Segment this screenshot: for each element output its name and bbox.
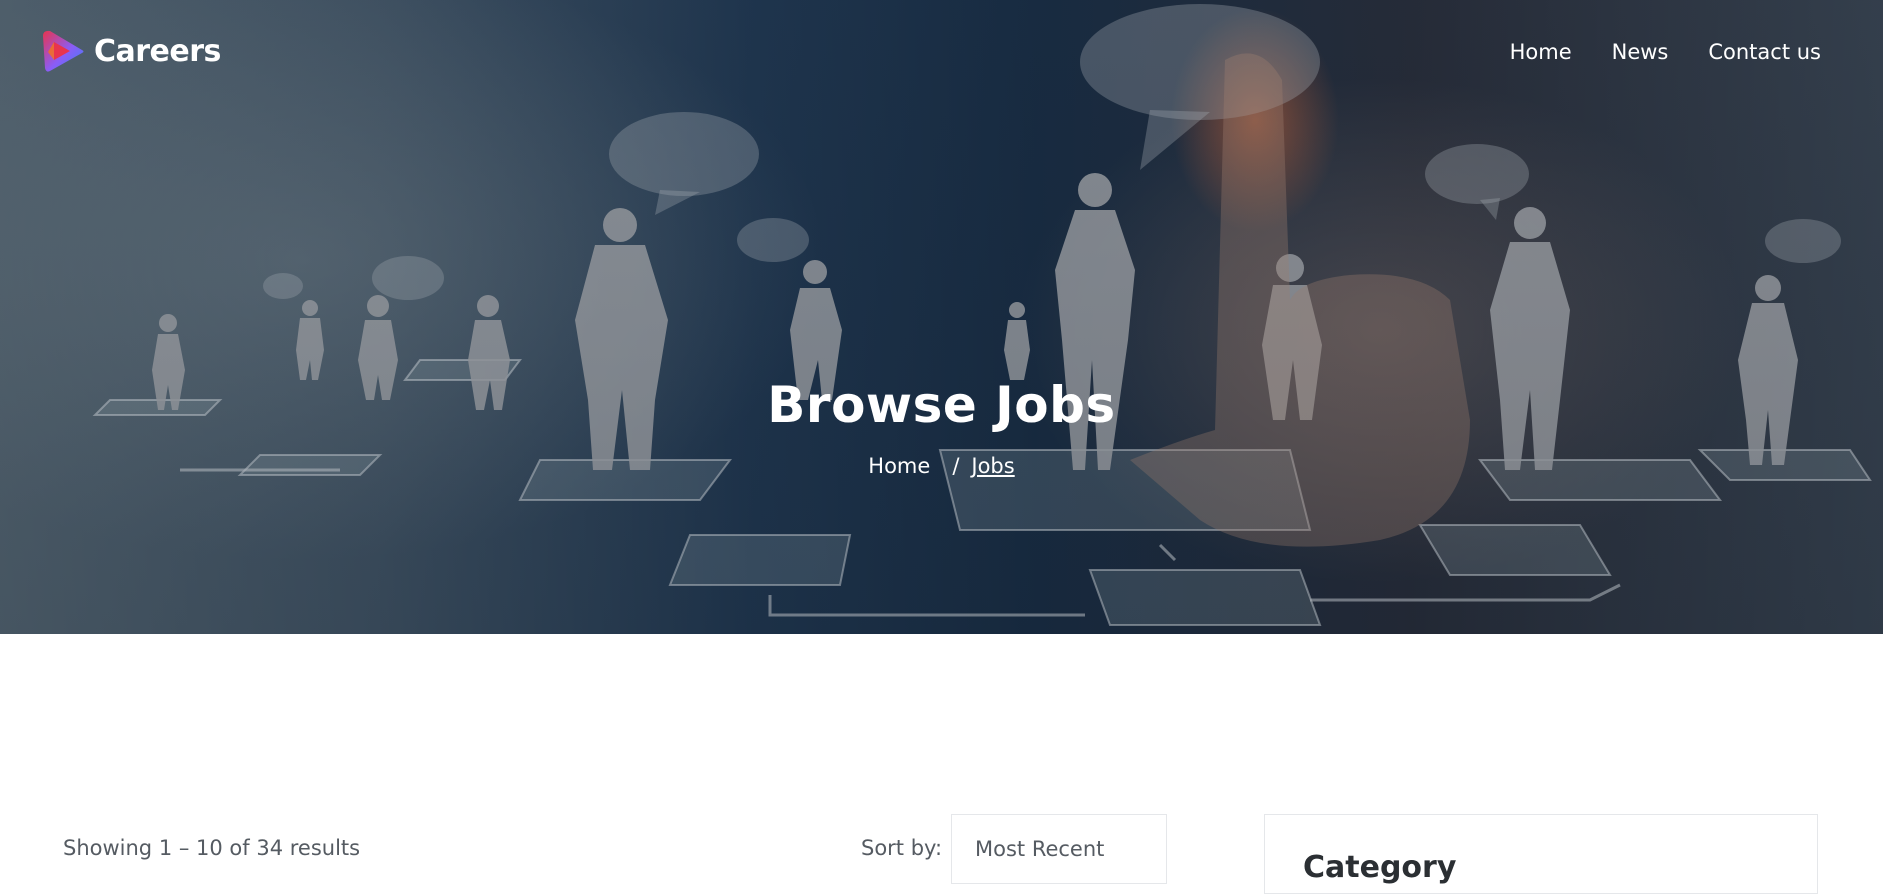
hero-overlay (0, 0, 1883, 634)
main-nav: Home News Contact us (1510, 40, 1821, 64)
hero-banner: Careers Home News Contact us Browse Jobs… (0, 0, 1883, 634)
play-logo-icon (43, 30, 84, 72)
results-count: Showing 1 – 10 of 34 results (63, 836, 361, 860)
sort-label: Sort by: (861, 836, 943, 860)
breadcrumb: Home / Jobs (0, 454, 1883, 478)
nav-item-contact-us[interactable]: Contact us (1708, 40, 1821, 64)
sort-select[interactable]: Most Recent (951, 814, 1167, 884)
category-title: Category (1303, 850, 1457, 885)
breadcrumb-current-link[interactable]: Jobs (971, 454, 1014, 478)
nav-item-home[interactable]: Home (1510, 40, 1572, 64)
breadcrumb-home-link[interactable]: Home (868, 454, 930, 478)
nav-item-news[interactable]: News (1612, 40, 1669, 64)
brand-link[interactable]: Careers (40, 28, 221, 74)
page-title: Browse Jobs (767, 376, 1116, 434)
sort-selected-value: Most Recent (975, 837, 1105, 861)
breadcrumb-separator: / (952, 454, 960, 478)
category-widget: Category (1264, 814, 1818, 894)
brand-name: Careers (94, 33, 221, 69)
